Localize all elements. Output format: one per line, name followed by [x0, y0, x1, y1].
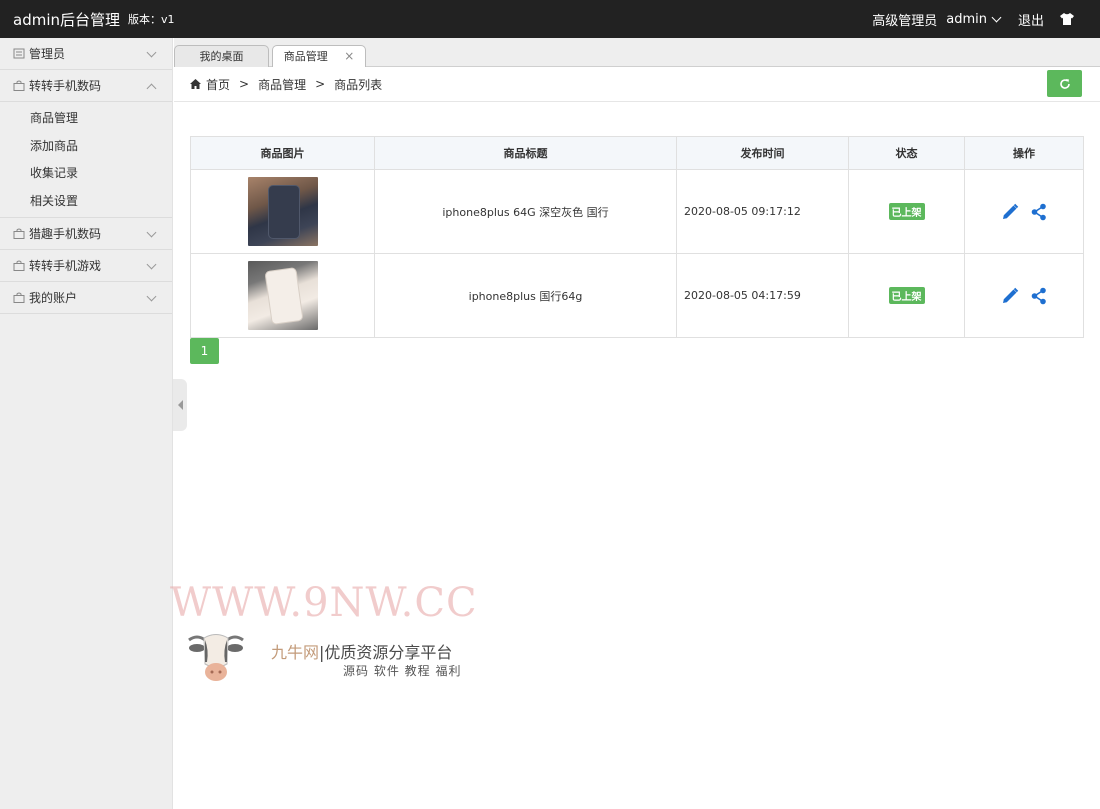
sidebar-menu-zhuanzhuan-digital[interactable]: 转转手机数码: [0, 70, 172, 102]
tab-my-desktop[interactable]: 我的桌面: [174, 45, 269, 67]
brand-title: admin后台管理: [13, 10, 120, 29]
product-thumbnail[interactable]: [247, 261, 318, 330]
phone-image: [268, 186, 299, 238]
caret-left-icon: [177, 400, 183, 410]
tab-product-management[interactable]: 商品管理 ×: [272, 45, 366, 68]
sidebar-item-add-product[interactable]: 添加商品: [0, 133, 172, 161]
bag-icon: [13, 80, 25, 91]
status-cell: 已上架: [848, 169, 965, 254]
sidebar-menu-label: 猎趣手机数码: [29, 227, 102, 241]
publish-time: 2020-08-05 09:17:12: [676, 169, 849, 254]
watermark-title-accent: 九牛网: [271, 643, 320, 662]
sidebar-menu-my-account[interactable]: 我的账户: [0, 282, 172, 314]
sidebar-item-product-management[interactable]: 商品管理: [0, 105, 172, 133]
username: admin: [946, 11, 987, 27]
logout-link[interactable]: 退出: [1018, 10, 1044, 29]
table-row: iphone8plus 国行64g 2020-08-05 04:17:59 已上…: [190, 253, 1084, 338]
header-right: 高级管理员 admin 退出: [872, 0, 1100, 38]
chevron-down-icon: [146, 227, 157, 238]
breadcrumb-home[interactable]: 首页: [206, 76, 230, 93]
breadcrumb-separator: >: [239, 77, 250, 91]
product-image-cell: [190, 169, 375, 254]
watermark-title: 九牛网|优质资源分享平台: [271, 639, 452, 663]
breadcrumb-product-list: 商品列表: [334, 77, 383, 92]
version-label: 版本：v1: [128, 13, 175, 26]
tshirt-icon[interactable]: [1060, 13, 1074, 25]
submenu: 商品管理 添加商品 收集记录 相关设置: [0, 102, 172, 218]
actions-cell: [964, 169, 1084, 254]
product-title: iphone8plus 国行64g: [374, 253, 677, 338]
sidebar-menu-label: 我的账户: [29, 291, 78, 305]
column-header-status: 状态: [848, 136, 965, 170]
chevron-down-icon: [146, 47, 157, 58]
phone-image: [265, 268, 302, 324]
bag-icon: [13, 228, 25, 239]
sidebar-menu-label: 转转手机游戏: [29, 259, 102, 273]
sidebar-item-settings[interactable]: 相关设置: [0, 188, 172, 216]
breadcrumb-separator: >: [315, 77, 326, 91]
watermark-url: WWW.9NW.CC: [170, 580, 478, 626]
refresh-button[interactable]: [1047, 70, 1082, 97]
top-header: admin后台管理 版本：v1 高级管理员 admin 退出: [0, 0, 1100, 38]
sidebar-menu-liequ-digital[interactable]: 猎趣手机数码: [0, 218, 172, 250]
bag-icon: [13, 292, 25, 303]
sidebar-collapse-handle[interactable]: [173, 379, 187, 431]
refresh-icon: [1059, 78, 1070, 89]
column-header-image: 商品图片: [190, 136, 375, 170]
breadcrumb-product-management[interactable]: 商品管理: [258, 76, 306, 93]
chevron-down-icon: [146, 291, 157, 302]
share-icon[interactable]: [1031, 287, 1047, 305]
list-icon: [13, 48, 25, 59]
tab-label: 商品管理: [283, 50, 328, 63]
sidebar-menu-zhuanzhuan-games[interactable]: 转转手机游戏: [0, 250, 172, 282]
sidebar-menu-label: 转转手机数码: [29, 79, 102, 93]
cow-logo-icon: [188, 634, 244, 681]
home-icon: [190, 79, 201, 89]
table-row: iphone8plus 64G 深空灰色 国行 2020-08-05 09:17…: [190, 169, 1084, 254]
status-badge: 已上架: [888, 287, 925, 304]
watermark-title-text: 优质资源分享平台: [324, 643, 453, 662]
user-role: 高级管理员: [872, 13, 938, 29]
actions-cell: [964, 253, 1084, 338]
chevron-down-icon: [146, 259, 157, 270]
column-header-title: 商品标题: [374, 136, 677, 170]
status-badge: 已上架: [888, 203, 925, 220]
product-table: 商品图片 商品标题 发布时间 状态 操作 iphone8plus 64G 深空灰…: [190, 136, 1084, 338]
bag-icon: [13, 260, 25, 271]
product-image-cell: [190, 253, 375, 338]
table-header-row: 商品图片 商品标题 发布时间 状态 操作: [190, 136, 1084, 170]
breadcrumb: 首页 > 商品管理 > 商品列表: [174, 67, 1100, 102]
sidebar-item-collection-records[interactable]: 收集记录: [0, 160, 172, 188]
watermark-subtitle: 源码 软件 教程 福利: [343, 664, 462, 678]
sidebar-menu-admin[interactable]: 管理员: [0, 38, 172, 70]
product-thumbnail[interactable]: [247, 177, 318, 246]
product-title: iphone8plus 64G 深空灰色 国行: [374, 169, 677, 254]
status-cell: 已上架: [848, 253, 965, 338]
column-header-actions: 操作: [964, 136, 1084, 170]
close-icon[interactable]: ×: [344, 49, 354, 63]
publish-time: 2020-08-05 04:17:59: [676, 253, 849, 338]
share-icon[interactable]: [1031, 203, 1047, 221]
sidebar-menu-label: 管理员: [29, 47, 66, 61]
chevron-up-icon: [146, 83, 157, 94]
chevron-down-icon: [991, 12, 1002, 23]
column-header-time: 发布时间: [676, 136, 849, 170]
user-menu[interactable]: admin: [946, 11, 1002, 27]
tab-bar: 我的桌面 商品管理 ×: [174, 38, 1100, 68]
sidebar: 管理员 转转手机数码 商品管理 添加商品 收集记录 相关设置 猎趣手机数码 转转…: [0, 38, 173, 809]
tab-label: 我的桌面: [199, 50, 244, 63]
pagination-page-1[interactable]: 1: [190, 338, 219, 364]
edit-icon[interactable]: [1001, 203, 1019, 221]
edit-icon[interactable]: [1001, 287, 1019, 305]
